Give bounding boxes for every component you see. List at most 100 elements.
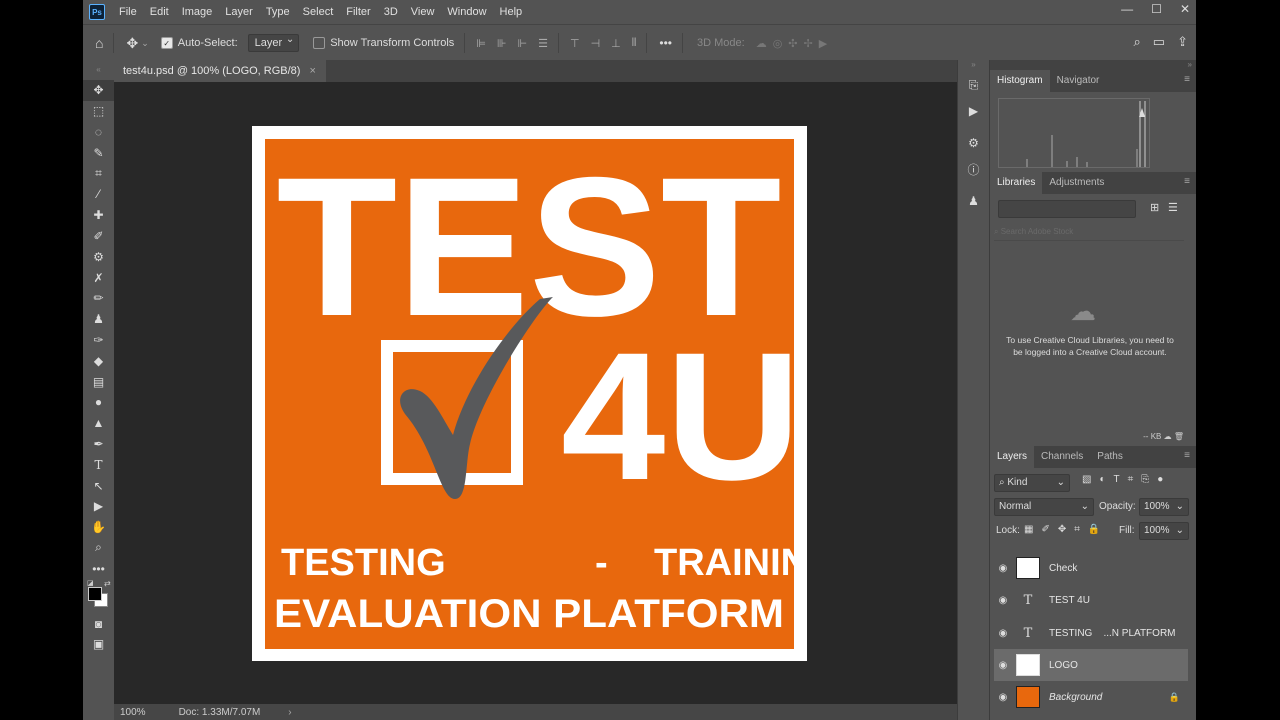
minimize-icon[interactable]: — [1121, 2, 1133, 16]
chevron-right-icon[interactable]: › [288, 707, 291, 718]
menu-select[interactable]: Select [303, 6, 334, 18]
eyedropper-tool-icon[interactable]: ⁄ [83, 184, 114, 205]
layer-row-test4u[interactable]: ◉ T TEST 4U [994, 584, 1188, 616]
tab-histogram[interactable]: Histogram [990, 70, 1050, 92]
fill-field[interactable]: 100% ⌄ [1139, 522, 1189, 540]
home-icon[interactable]: ⌂ [95, 35, 103, 51]
filter-kind-select[interactable]: ⌕ Kind ⌄ [994, 474, 1070, 492]
layer-row-logo[interactable]: ◉ LOGO [994, 649, 1188, 681]
adjustment-filter-icon[interactable]: ◐ [1099, 474, 1105, 485]
align-bottom-icon[interactable]: ⊥ [611, 37, 621, 50]
screen-mode-icon[interactable]: ▣ [83, 634, 114, 655]
crop-tool-icon[interactable]: ⌗ [83, 163, 114, 184]
layer-row-background[interactable]: ◉ Background 🔒 [994, 681, 1188, 713]
workspace-icon[interactable]: ▭ [1153, 34, 1165, 50]
visibility-eye-icon[interactable]: ◉ [994, 660, 1012, 671]
layer-row-testing[interactable]: ◉ T TESTING ...N PLATFORM [994, 617, 1188, 649]
maximize-icon[interactable]: ☐ [1151, 2, 1162, 16]
move-tool-icon[interactable]: ✥ [83, 80, 114, 101]
type-filter-icon[interactable]: T [1114, 474, 1120, 485]
tab-adjustments[interactable]: Adjustments [1042, 172, 1111, 194]
pixel-filter-icon[interactable]: ▧ [1082, 474, 1091, 485]
quick-select-tool-icon[interactable]: ✎ [83, 142, 114, 163]
menu-help[interactable]: Help [500, 6, 523, 18]
path-select-tool-icon[interactable]: ↖ [83, 475, 114, 496]
align-top-icon[interactable]: ⊤ [570, 37, 580, 50]
align-middle-icon[interactable]: ⊣ [591, 37, 601, 50]
swap-colors-icon[interactable]: ⇄ [104, 579, 111, 588]
properties-icon[interactable]: ⚙ [958, 130, 989, 156]
hand-tool-icon[interactable]: ✋ [83, 517, 114, 538]
visibility-eye-icon[interactable]: ◉ [994, 628, 1012, 639]
foreground-color-swatch[interactable] [88, 587, 102, 602]
lock-all-icon[interactable]: 🔒 [1088, 524, 1100, 535]
align-center-icon[interactable]: ⊪ [497, 37, 507, 50]
gradient-tool-icon[interactable]: ▤ [83, 371, 114, 392]
panel-menu-icon[interactable]: ≡ [1184, 176, 1190, 187]
align-right-icon[interactable]: ⊩ [518, 37, 528, 50]
auto-select-checkbox[interactable]: ✓ [160, 37, 173, 49]
panel-menu-icon[interactable]: ≡ [1184, 74, 1190, 85]
search-icon[interactable]: ⌕ [1134, 34, 1141, 50]
more-tools-icon[interactable]: ••• [83, 558, 114, 579]
tab-paths[interactable]: Paths [1090, 446, 1130, 468]
type-tool-icon[interactable]: T [83, 454, 114, 475]
menu-edit[interactable]: Edit [150, 6, 169, 18]
menu-image[interactable]: Image [182, 6, 213, 18]
lock-image-icon[interactable]: ✐ [1041, 524, 1049, 535]
marquee-tool-icon[interactable]: ⬚ [83, 101, 114, 122]
menu-3d[interactable]: 3D [384, 6, 398, 18]
doc-size-info[interactable]: Doc: 1.33M/7.07M [179, 707, 261, 718]
eraser-tool-icon[interactable]: ◆ [83, 350, 114, 371]
opacity-field[interactable]: 100% ⌄ [1139, 498, 1189, 516]
tab-channels[interactable]: Channels [1034, 446, 1090, 468]
filter-toggle-icon[interactable]: ● [1157, 474, 1163, 485]
tab-libraries[interactable]: Libraries [990, 172, 1043, 194]
lock-transparent-icon[interactable]: ▦ [1024, 524, 1033, 535]
collapse-icon[interactable]: « [83, 60, 114, 80]
menu-view[interactable]: View [411, 6, 435, 18]
dodge-tool-icon[interactable]: ▲ [83, 413, 114, 434]
layer-row-check[interactable]: ◉ Check [994, 552, 1188, 584]
grid-view-icon[interactable]: ⊞ [1150, 201, 1159, 214]
zoom-tool-icon[interactable]: ⌕ [83, 538, 114, 559]
lasso-tool-icon[interactable]: ◌ [83, 122, 114, 143]
show-transform-checkbox[interactable] [313, 37, 326, 49]
actions-play-icon[interactable]: ▶ [958, 98, 989, 124]
visibility-eye-icon[interactable]: ◉ [994, 595, 1012, 606]
distribute-icon[interactable]: ☰ [538, 37, 548, 50]
tab-navigator[interactable]: Navigator [1050, 70, 1107, 92]
chevron-down-icon[interactable]: ⌄ [141, 38, 149, 49]
stamp-tool-icon[interactable]: ♟ [83, 309, 114, 330]
menu-window[interactable]: Window [447, 6, 486, 18]
document-tab[interactable]: test4u.psd @ 100% (LOGO, RGB/8) × [114, 60, 326, 82]
info-icon[interactable]: ⓘ [958, 156, 989, 182]
history-icon[interactable]: ⎘ [958, 72, 989, 98]
healing-brush-tool-icon[interactable]: ✚ [83, 205, 114, 226]
smart-filter-icon[interactable]: ⎘ [1141, 474, 1149, 485]
zoom-level[interactable]: 100% [120, 707, 146, 718]
cloud-sync-icon[interactable]: ☁ [1164, 432, 1172, 441]
collapse-icon[interactable]: » [990, 60, 1196, 70]
menu-layer[interactable]: Layer [225, 6, 253, 18]
collapse-icon[interactable]: » [958, 60, 989, 72]
menu-filter[interactable]: Filter [346, 6, 370, 18]
list-view-icon[interactable]: ☰ [1168, 201, 1178, 214]
lock-position-icon[interactable]: ✥ [1058, 524, 1066, 535]
eraser-brush-icon[interactable]: ✏ [83, 288, 114, 309]
blur-tool-icon[interactable]: ● [83, 392, 114, 413]
menu-file[interactable]: File [119, 6, 137, 18]
visibility-eye-icon[interactable]: ◉ [994, 692, 1012, 703]
stamp-icon[interactable]: ♟ [958, 188, 989, 214]
history-brush-tool-icon[interactable]: ✗ [83, 267, 114, 288]
distribute-vertical-icon[interactable]: ⫴ [632, 37, 637, 50]
lock-artboard-icon[interactable]: ⌗ [1074, 524, 1080, 535]
pencil-tool-icon[interactable]: ✑ [83, 330, 114, 351]
move-tool-icon[interactable]: ✥ [126, 35, 138, 52]
visibility-eye-icon[interactable]: ◉ [994, 563, 1012, 574]
clone-stamp-tool-icon[interactable]: ⚙ [83, 246, 114, 267]
default-colors-icon[interactable]: ◪ [87, 579, 94, 587]
menu-type[interactable]: Type [266, 6, 290, 18]
library-select[interactable] [998, 200, 1136, 218]
tab-layers[interactable]: Layers [990, 446, 1035, 468]
